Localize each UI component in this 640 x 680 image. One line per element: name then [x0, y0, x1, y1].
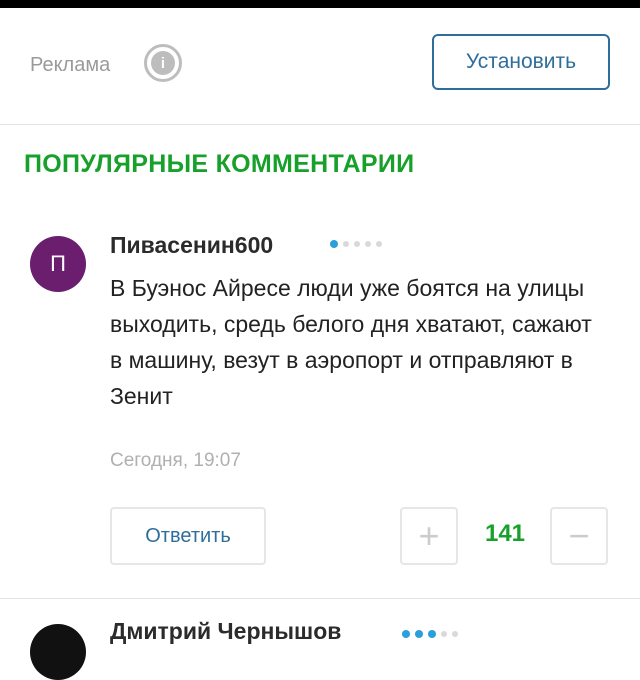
ad-label: Реклама — [30, 54, 111, 76]
rating-dot — [452, 631, 458, 637]
plus-icon: + — [418, 515, 440, 556]
rating-dot — [343, 241, 349, 247]
comment-timestamp: Сегодня, 19:07 — [110, 450, 241, 471]
info-icon-glyph: i — [151, 51, 175, 75]
avatar[interactable]: П — [30, 236, 86, 292]
comment-text: В Буэнос Айресе люди уже боятся на улицы… — [110, 275, 592, 409]
rating-dot-filled — [428, 630, 436, 638]
downvote-button[interactable]: − — [550, 507, 608, 565]
rating-dot — [376, 241, 382, 247]
divider — [0, 124, 640, 125]
avatar[interactable] — [30, 624, 86, 680]
top-status-bar — [0, 0, 640, 8]
rating-dot — [365, 241, 371, 247]
upvote-button[interactable]: + — [400, 507, 458, 565]
minus-icon: − — [568, 515, 590, 556]
rating-dot-filled — [415, 630, 423, 638]
comment-author[interactable]: Пивасенин600 — [110, 232, 273, 259]
section-title: ПОПУЛЯРНЫЕ КОММЕНТАРИИ — [24, 150, 415, 178]
divider — [0, 598, 640, 599]
author-rating-dots — [402, 630, 458, 638]
rating-dot-filled — [402, 630, 410, 638]
rating-dot — [354, 241, 360, 247]
reply-button[interactable]: Ответить — [110, 507, 266, 565]
author-rating-dots — [330, 240, 382, 248]
rating-dot — [441, 631, 447, 637]
info-icon[interactable]: i — [144, 44, 182, 82]
rating-dot-filled — [330, 240, 338, 248]
vote-score: 141 — [484, 520, 526, 547]
install-button[interactable]: Установить — [432, 34, 610, 90]
